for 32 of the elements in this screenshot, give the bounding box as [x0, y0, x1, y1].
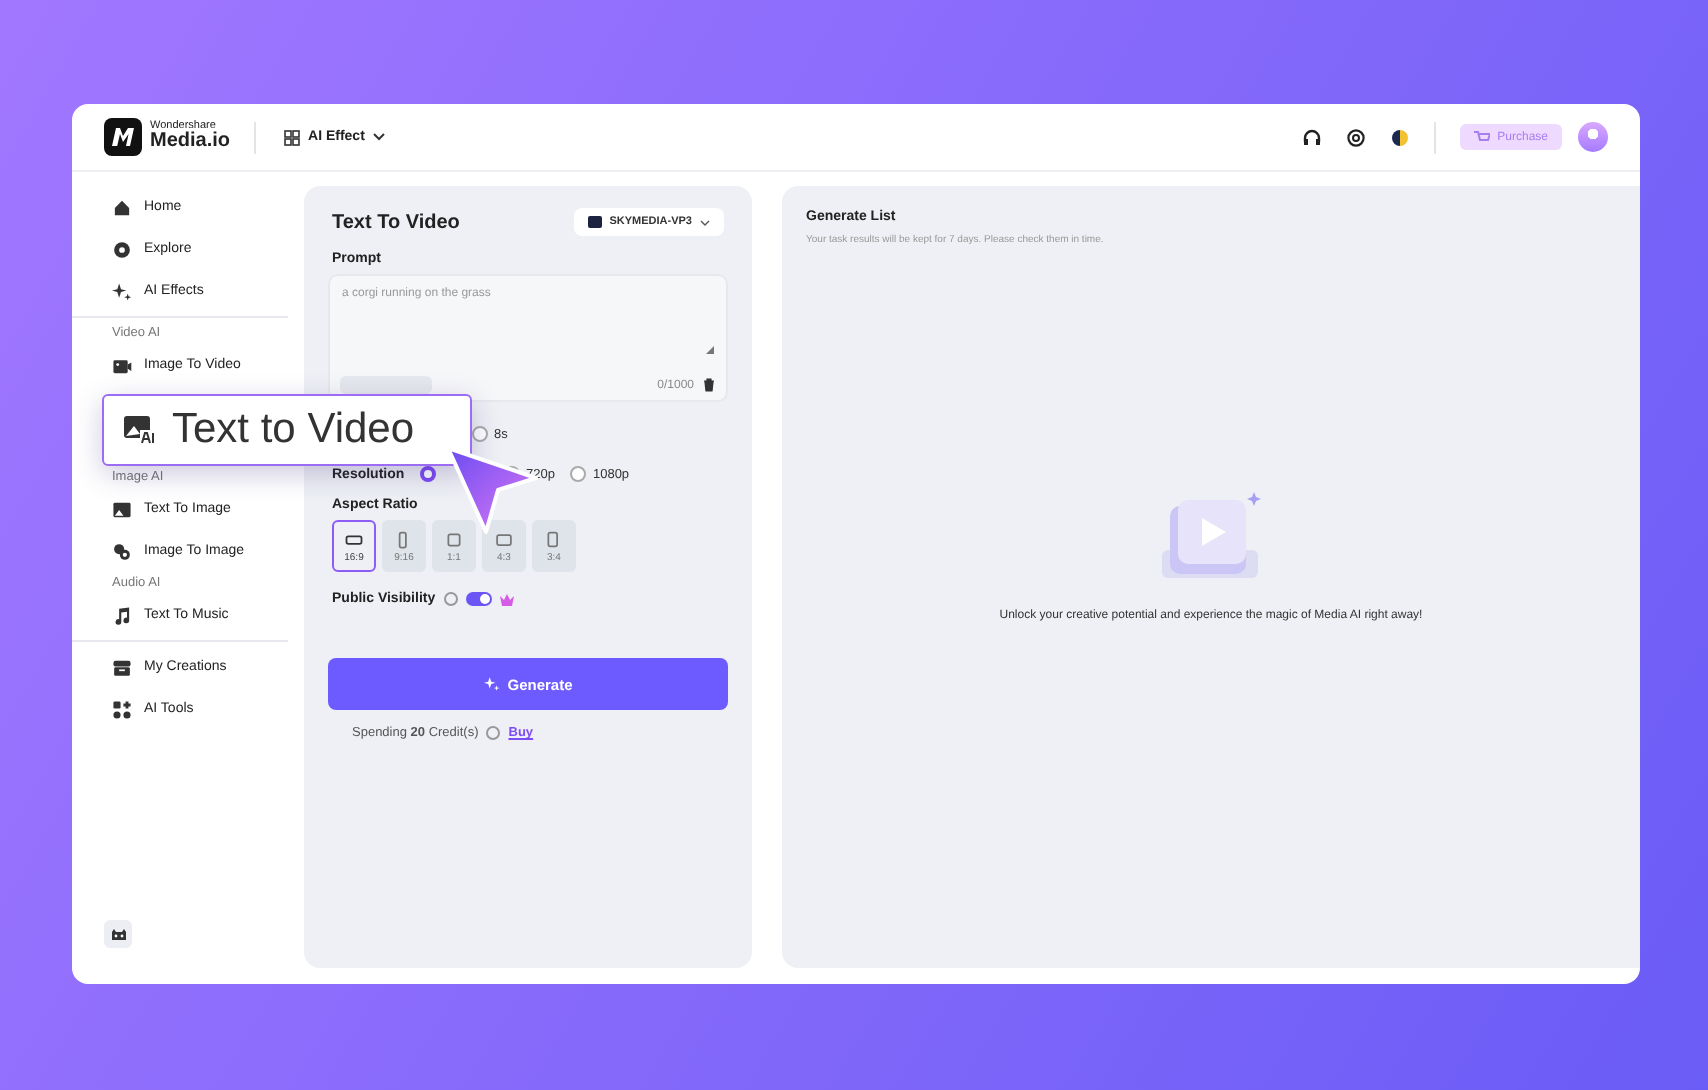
grid-icon: [284, 129, 301, 145]
ai-image-icon: [124, 416, 156, 444]
aspect-shape-icon: [344, 529, 364, 549]
settings-icon[interactable]: [1345, 127, 1366, 147]
image-icon: [112, 499, 132, 519]
home-icon: [112, 197, 132, 217]
resize-grip-icon: [706, 346, 714, 354]
trash-icon[interactable]: [702, 378, 716, 392]
chevron-down-icon: [700, 219, 710, 225]
avatar[interactable]: [1578, 122, 1608, 152]
aspect-shape-icon: [444, 529, 464, 549]
brand-name: Media.io: [150, 132, 231, 153]
images-icon: [112, 541, 132, 561]
radio-option[interactable]: [420, 466, 436, 482]
sparkle-icon: [483, 676, 500, 692]
visibility-toggle[interactable]: [465, 592, 492, 606]
archive-icon: [112, 657, 132, 677]
panel-title: Text To Video: [332, 211, 460, 233]
cart-icon: [1473, 130, 1490, 144]
aspect-shape-icon: [494, 529, 514, 549]
tools-icon: [112, 699, 132, 719]
crown-icon: [499, 593, 514, 605]
camera-icon: [112, 355, 132, 375]
chevron-down-icon: [372, 132, 387, 142]
theme-icon[interactable]: [1389, 127, 1410, 147]
robot-icon[interactable]: [104, 920, 132, 948]
headset-icon[interactable]: [1301, 127, 1322, 147]
aspect-shape-icon: [544, 529, 564, 549]
compass-icon: [112, 239, 132, 259]
logo-icon: [104, 118, 142, 156]
music-icon: [112, 605, 132, 625]
sparkle-icon: [112, 281, 132, 301]
